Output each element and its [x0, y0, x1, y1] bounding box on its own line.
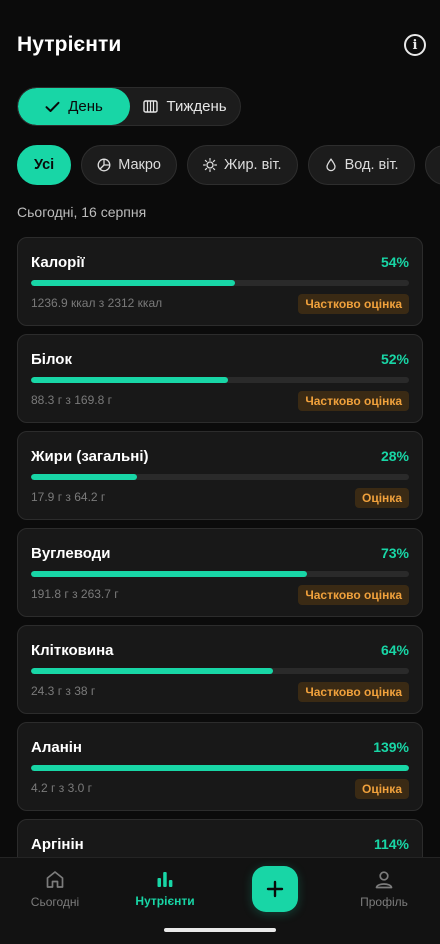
tab-label: Профіль [360, 895, 408, 909]
page-title: Нутрієнти [17, 33, 122, 56]
info-icon[interactable]: i [404, 34, 426, 56]
nutrient-name: Аланін [31, 739, 82, 756]
tab-label: Нутрієнти [135, 894, 195, 908]
chip-label: Макро [118, 157, 161, 173]
nutrient-percent: 73% [380, 545, 409, 561]
home-icon [46, 871, 64, 888]
estimate-badge: Частково оцінка [298, 391, 409, 411]
nutrient-card[interactable]: Калорії 54% 1236.9 ккал з 2312 ккал Част… [17, 237, 423, 326]
nutrient-card[interactable]: Вуглеводи 73% 191.8 г з 263.7 г Частково… [17, 528, 423, 617]
tab-today[interactable]: Сьогодні [5, 870, 105, 909]
nutrient-amount: 24.3 г з 38 г [31, 684, 96, 698]
progress-track [31, 668, 409, 674]
sun-icon [202, 158, 217, 172]
nutrient-name: Клітковина [31, 642, 114, 659]
progress-fill [31, 474, 137, 480]
nutrient-amount: 191.8 г з 263.7 г [31, 587, 119, 601]
estimate-badge: Частково оцінка [298, 294, 409, 314]
home-indicator [164, 928, 276, 932]
drop-icon [325, 158, 336, 172]
nutrient-percent: 64% [380, 642, 409, 658]
nutrient-name: Жири (загальні) [31, 448, 149, 465]
tab-day[interactable]: День [18, 88, 130, 125]
tab-nutrients[interactable]: Нутрієнти [115, 870, 215, 908]
nutrient-percent: 54% [380, 254, 409, 270]
user-icon [375, 871, 393, 889]
header: Нутрієнти i [17, 30, 426, 60]
progress-fill [31, 668, 273, 674]
estimate-badge: Частково оцінка [298, 585, 409, 605]
calendar-columns-icon [143, 100, 159, 113]
chip-label: Жир. віт. [223, 157, 282, 173]
nutrient-list: Калорії 54% 1236.9 ккал з 2312 ккал Част… [17, 237, 423, 916]
nutrient-percent: 114% [373, 836, 409, 852]
progress-fill [31, 571, 307, 577]
chip-more[interactable] [424, 145, 440, 185]
nutrient-percent: 139% [373, 739, 409, 755]
tab-week-label: Тиждень [166, 98, 227, 115]
estimate-badge: Оцінка [355, 779, 409, 799]
filter-chips: Усі Макро Жир. віт. Вод. віт. [17, 145, 440, 185]
nutrient-percent: 28% [380, 448, 409, 464]
estimate-badge: Оцінка [355, 488, 409, 508]
tab-day-label: День [68, 98, 103, 115]
nutrient-amount: 4.2 г з 3.0 г [31, 781, 92, 795]
estimate-badge: Частково оцінка [298, 682, 409, 702]
progress-fill [31, 377, 228, 383]
nutrient-amount: 1236.9 ккал з 2312 ккал [31, 296, 163, 310]
nutrient-card[interactable]: Білок 52% 88.3 г з 169.8 г Частково оцін… [17, 334, 423, 423]
chip-all[interactable]: Усі [17, 145, 72, 185]
progress-fill [31, 765, 409, 771]
nutrient-name: Калорії [31, 254, 85, 271]
plus-icon [266, 880, 284, 898]
date-label: Сьогодні, 16 серпня [17, 204, 147, 220]
chip-label: Усі [34, 157, 55, 173]
progress-track [31, 377, 409, 383]
nutrient-card[interactable]: Жири (загальні) 28% 17.9 г з 64.2 г Оцін… [17, 431, 423, 520]
tab-profile[interactable]: Профіль [334, 870, 434, 909]
chip-macro[interactable]: Макро [81, 145, 177, 185]
pie-icon [97, 158, 111, 172]
nutrient-name: Білок [31, 351, 72, 368]
nutrient-name: Вуглеводи [31, 545, 111, 562]
tab-label: Сьогодні [30, 895, 80, 909]
nutrient-card[interactable]: Клітковина 64% 24.3 г з 38 г Частково оц… [17, 625, 423, 714]
chip-water-vitamins[interactable]: Вод. віт. [307, 145, 415, 185]
period-toggle: День Тиждень [17, 87, 241, 126]
chip-label: Вод. віт. [344, 157, 399, 173]
add-button[interactable] [252, 866, 298, 912]
progress-track [31, 474, 409, 480]
nutrient-name: Аргінін [31, 836, 84, 853]
check-icon [45, 101, 60, 112]
progress-fill [31, 280, 236, 286]
chip-fat-vitamins[interactable]: Жир. віт. [186, 145, 298, 185]
tab-week[interactable]: Тиждень [130, 88, 240, 125]
nutrient-amount: 88.3 г з 169.8 г [31, 393, 112, 407]
nutrient-card[interactable]: Аланін 139% 4.2 г з 3.0 г Оцінка [17, 722, 423, 811]
bar-chart-icon [157, 872, 173, 887]
nutrient-amount: 17.9 г з 64.2 г [31, 490, 106, 504]
progress-track [31, 765, 409, 771]
progress-track [31, 280, 409, 286]
nutrient-percent: 52% [380, 351, 409, 367]
progress-track [31, 571, 409, 577]
